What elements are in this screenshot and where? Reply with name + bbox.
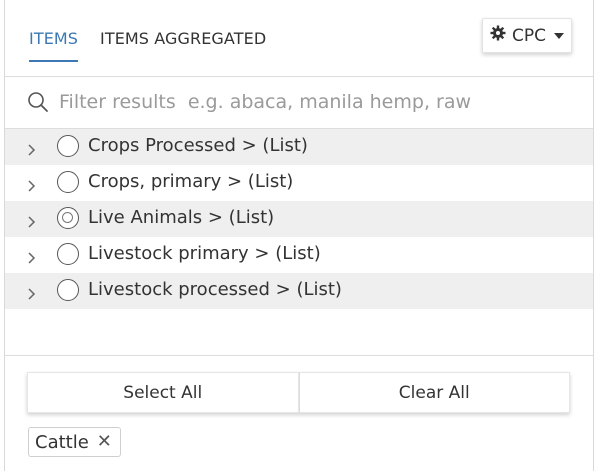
- select-all-button[interactable]: Select All: [27, 372, 299, 413]
- radio-button[interactable]: [57, 243, 79, 265]
- chevron-right-icon[interactable]: [27, 141, 37, 160]
- search-icon: [27, 91, 49, 117]
- caret-down-icon: [554, 32, 564, 39]
- tab-items[interactable]: ITEMS: [29, 28, 79, 62]
- list-item[interactable]: Live Animals > (List): [5, 201, 593, 237]
- list-item[interactable]: Crops Processed > (List): [5, 129, 593, 165]
- classification-label: CPC: [512, 25, 546, 46]
- selection-footer: Select All Clear All Cattle ✕: [5, 356, 593, 472]
- selected-item-chip: Cattle ✕: [28, 427, 121, 457]
- search-bar: [5, 77, 593, 129]
- chevron-right-icon[interactable]: [27, 213, 37, 232]
- tab-items-aggregated-label: ITEMS AGGREGATED: [100, 29, 267, 48]
- list-item-label: Livestock primary > (List): [88, 243, 321, 264]
- clear-all-button[interactable]: Clear All: [298, 372, 570, 413]
- close-icon[interactable]: ✕: [97, 433, 112, 451]
- tab-items-label: ITEMS: [29, 29, 79, 48]
- list-item-label: Live Animals > (List): [88, 207, 275, 228]
- radio-button[interactable]: [57, 279, 79, 301]
- tab-items-aggregated[interactable]: ITEMS AGGREGATED: [100, 28, 266, 50]
- bulk-action-buttons: Select All Clear All: [27, 372, 570, 413]
- list-item-label: Livestock processed > (List): [88, 279, 342, 300]
- active-tab-underline: [29, 60, 79, 62]
- gear-icon: [490, 25, 506, 46]
- search-input[interactable]: [59, 87, 579, 117]
- list-item[interactable]: Livestock processed > (List): [5, 273, 593, 309]
- chevron-right-icon[interactable]: [27, 177, 37, 196]
- list-item[interactable]: Crops, primary > (List): [5, 165, 593, 201]
- list-item[interactable]: Livestock primary > (List): [5, 237, 593, 273]
- chevron-right-icon[interactable]: [27, 249, 37, 268]
- list-empty-area: [5, 309, 593, 356]
- classification-dropdown-button[interactable]: CPC: [482, 18, 572, 53]
- items-filter-panel: ITEMS ITEMS AGGREGATED CPC Filter result…: [4, 0, 594, 471]
- item-list: Crops Processed > (List) Crops, primary …: [5, 129, 593, 356]
- tabs-header: ITEMS ITEMS AGGREGATED CPC: [5, 0, 593, 77]
- radio-button[interactable]: [57, 171, 79, 193]
- list-item-label: Crops, primary > (List): [88, 171, 294, 192]
- list-item-label: Crops Processed > (List): [88, 135, 308, 156]
- chevron-right-icon[interactable]: [27, 285, 37, 304]
- radio-button-partial[interactable]: [57, 207, 79, 229]
- chip-label: Cattle: [35, 431, 89, 453]
- radio-button[interactable]: [57, 135, 79, 157]
